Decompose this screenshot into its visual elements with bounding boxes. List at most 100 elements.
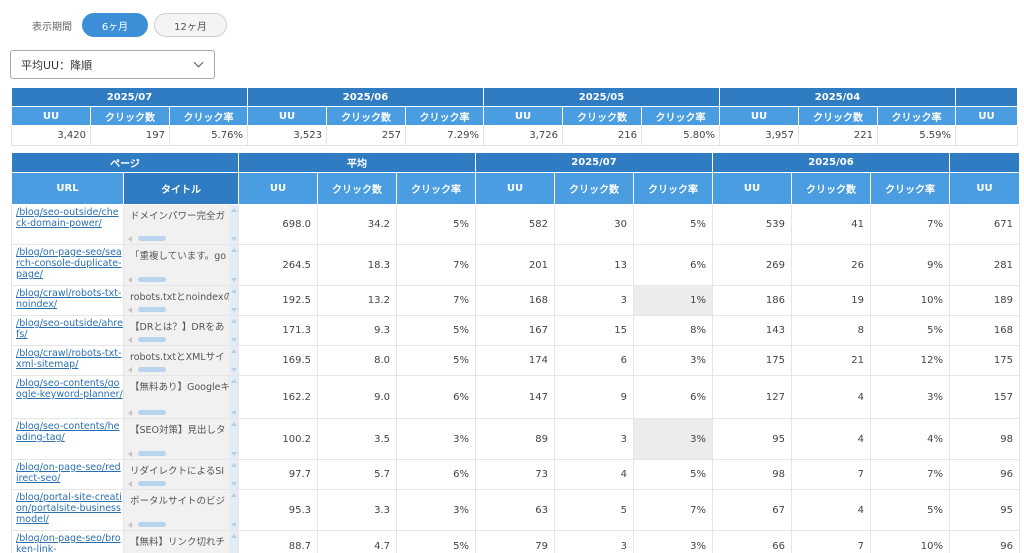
url-cell: /blog/seo-contents/google-keyword-planne… [11,375,124,419]
avg-ctr-cell: 6% [396,375,476,419]
scroll-thumb[interactable] [138,522,166,527]
horizontal-scrollbar[interactable] [128,522,234,528]
horizontal-scrollbar[interactable] [128,337,234,343]
scroll-thumb[interactable] [138,451,166,456]
scroll-down-icon[interactable] [231,411,237,415]
m06-ctr-cell: 7% [870,459,950,490]
vertical-scrollbar[interactable] [229,316,238,345]
scroll-left-icon[interactable] [128,481,132,487]
scroll-down-icon[interactable] [231,482,237,486]
m06-ctr-cell: 10% [870,530,950,553]
vertical-scrollbar[interactable] [229,205,238,244]
vertical-scrollbar[interactable] [229,376,238,418]
horizontal-scrollbar[interactable] [128,236,234,242]
scroll-up-icon[interactable] [231,493,237,497]
scroll-up-icon[interactable] [231,534,237,538]
m07-ctr-cell: 3% [633,345,713,376]
summary-value-clicks: 221 [798,125,878,146]
scroll-up-icon[interactable] [231,463,237,467]
page-url-link[interactable]: /blog/seo-outside/ahrefs/ [16,318,123,340]
horizontal-scrollbar[interactable] [128,451,234,457]
scroll-down-icon[interactable] [231,523,237,527]
page-url-link[interactable]: /blog/seo-outside/check-domain-power/ [16,207,123,229]
scroll-left-icon[interactable] [128,277,132,283]
scroll-down-icon[interactable] [231,368,237,372]
scroll-thumb[interactable] [138,307,166,312]
scroll-down-icon[interactable] [231,338,237,342]
scroll-left-icon[interactable] [128,451,132,457]
avg-uu-cell: 264.5 [238,244,318,286]
m06-ctr-header[interactable]: クリック率 [870,172,950,205]
m06-clicks-cell: 4 [791,489,871,531]
m07-clicks-header[interactable]: クリック数 [554,172,634,205]
horizontal-scrollbar[interactable] [128,277,234,283]
m06-uu-header[interactable]: UU [712,172,792,205]
scroll-up-icon[interactable] [231,379,237,383]
vertical-scrollbar[interactable] [229,419,238,459]
m07-uu-cell: 174 [475,345,555,376]
page-url-link[interactable]: /blog/crawl/robots-txt-noindex/ [16,288,123,310]
scroll-up-icon[interactable] [231,319,237,323]
table-row: /blog/on-page-seo/broken-link- 【無料】リンク切れチ… [11,530,1020,553]
m06-clicks-header[interactable]: クリック数 [791,172,871,205]
scroll-down-icon[interactable] [231,278,237,282]
m07-uu-header[interactable]: UU [475,172,555,205]
page-url-link[interactable]: /blog/on-page-seo/redirect-seo/ [16,462,123,484]
scroll-thumb[interactable] [138,277,166,282]
scroll-left-icon[interactable] [128,522,132,528]
scroll-thumb[interactable] [138,236,166,241]
scroll-left-icon[interactable] [128,307,132,313]
avg-group-header: 平均 [238,152,476,173]
m06-uu-cell: 127 [712,375,792,419]
m07-ctr-header[interactable]: クリック率 [633,172,713,205]
scroll-thumb[interactable] [138,337,166,342]
avg-uu-header[interactable]: UU [238,172,318,205]
horizontal-scrollbar[interactable] [128,410,234,416]
title-cell: 「重複しています。go [123,244,239,286]
period-6-months-button[interactable]: 6ヶ月 [82,13,148,37]
scroll-down-icon[interactable] [231,237,237,241]
horizontal-scrollbar[interactable] [128,307,234,313]
vertical-scrollbar[interactable] [229,346,238,375]
scroll-left-icon[interactable] [128,337,132,343]
scroll-down-icon[interactable] [231,308,237,312]
url-column-header[interactable]: URL [11,172,124,205]
avg-clicks-header[interactable]: クリック数 [317,172,397,205]
summary-month-header: 2025/05 [483,87,720,107]
page-url-link[interactable]: /blog/crawl/robots-txt-xml-sitemap/ [16,348,123,370]
page-metrics-table: ページ 平均 2025/07 2025/06 URL タイトル UU クリック数… [11,152,1020,553]
scroll-up-icon[interactable] [231,289,237,293]
scroll-down-icon[interactable] [231,452,237,456]
page-url-link[interactable]: /blog/on-page-seo/search-console-duplica… [16,247,123,280]
next-uu-header[interactable]: UU [949,172,1020,205]
scroll-left-icon[interactable] [128,410,132,416]
table-row: /blog/on-page-seo/search-console-duplica… [11,244,1020,286]
page-url-link[interactable]: /blog/portal-site-creation/portalsite-bu… [16,492,123,525]
scroll-up-icon[interactable] [231,422,237,426]
page-url-link[interactable]: /blog/on-page-seo/broken-link- [16,533,123,553]
scroll-thumb[interactable] [138,410,166,415]
horizontal-scrollbar[interactable] [128,481,234,487]
vertical-scrollbar[interactable] [229,490,238,530]
vertical-scrollbar[interactable] [229,460,238,489]
sort-select[interactable]: 平均UU：降順 [10,50,215,79]
scroll-up-icon[interactable] [231,208,237,212]
scroll-thumb[interactable] [138,367,166,372]
scroll-up-icon[interactable] [231,248,237,252]
scroll-left-icon[interactable] [128,236,132,242]
horizontal-scrollbar[interactable] [128,367,234,373]
avg-ctr-header[interactable]: クリック率 [396,172,476,205]
monthly-summary-table: 2025/07 2025/06 2025/05 2025/04 UU クリック数 クリック… [11,87,1018,146]
avg-ctr-cell: 5% [396,345,476,376]
m07-clicks-cell: 3 [554,530,634,553]
vertical-scrollbar[interactable] [229,286,238,315]
vertical-scrollbar[interactable] [229,245,238,285]
scroll-up-icon[interactable] [231,349,237,353]
page-url-link[interactable]: /blog/seo-contents/google-keyword-planne… [16,378,123,400]
page-url-link[interactable]: /blog/seo-contents/heading-tag/ [16,421,123,443]
period-12-months-button[interactable]: 12ヶ月 [154,13,227,37]
vertical-scrollbar[interactable] [229,531,238,553]
title-column-header[interactable]: タイトル [123,172,239,205]
scroll-thumb[interactable] [138,481,166,486]
scroll-left-icon[interactable] [128,367,132,373]
